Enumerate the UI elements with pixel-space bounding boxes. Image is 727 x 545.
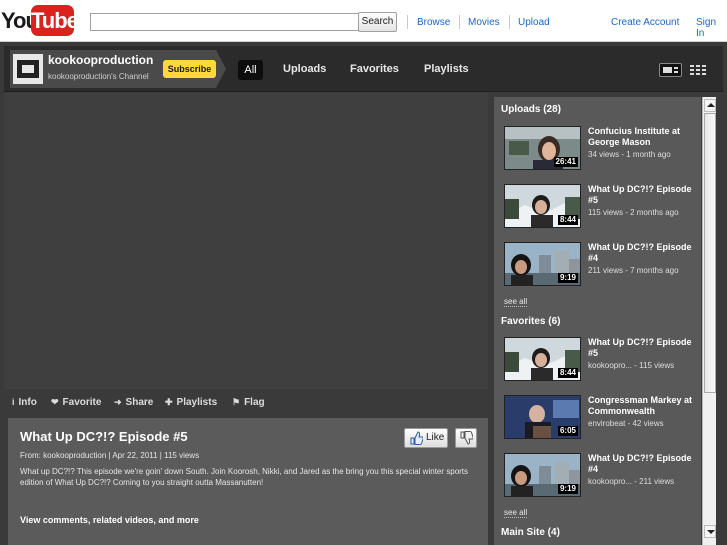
flag-action-label: Flag (244, 397, 265, 408)
channel-card: kookooproduction kookooproduction's Chan… (10, 50, 216, 88)
player-view-screen (663, 67, 672, 73)
video-link-title[interactable]: Confucius Institute at George Mason (588, 126, 698, 148)
like-button[interactable]: Like (404, 428, 448, 448)
nav-divider (407, 15, 408, 29)
video-duration: 6:05 (557, 426, 578, 436)
list-item[interactable]: 9:19 What Up DC?!? Episode #4 kookoopro.… (504, 453, 699, 503)
info-action-label: Info (18, 397, 37, 408)
video-link-title[interactable]: What Up DC?!? Episode #4 (588, 242, 698, 264)
search-button[interactable]: Search (358, 12, 397, 32)
video-title: What Up DC?!? Episode #5 (20, 429, 188, 444)
like-button-label: Like (426, 432, 445, 443)
video-link-title[interactable]: What Up DC?!? Episode #5 (588, 184, 698, 206)
channel-avatar[interactable] (13, 54, 43, 84)
flag-action[interactable]: ⚑ Flag (232, 397, 265, 408)
info-action[interactable]: i Info (12, 397, 37, 408)
share-action-label: Share (125, 397, 154, 408)
video-thumbnail[interactable]: 6:05 (504, 395, 581, 439)
tab-all[interactable]: All (238, 60, 263, 80)
share-action[interactable]: ➜ Share (114, 397, 153, 408)
heart-icon: ❤ (51, 397, 59, 407)
video-meta: 115 views - 2 months ago (588, 208, 679, 217)
thumbs-up-icon (410, 431, 423, 445)
favorites-see-all-link[interactable]: see all (504, 508, 528, 518)
playlists-action[interactable]: ✚ Playlists (165, 397, 217, 408)
channel-subtitle: kookooproduction's Channel (48, 72, 149, 81)
video-link-title[interactable]: What Up DC?!? Episode #4 (588, 453, 698, 475)
video-duration: 9:19 (557, 273, 578, 283)
logo-tube-text: Tube (31, 5, 79, 36)
video-meta: envirobeat - 42 views (588, 419, 664, 428)
favorites-section-title[interactable]: Favorites (6) (501, 316, 560, 327)
list-item[interactable]: 8:44 What Up DC?!? Episode #5 115 views … (504, 184, 699, 234)
search-input[interactable] (90, 13, 359, 31)
channel-sidebar: Uploads (28) 26:41 Confucius Institute a… (494, 97, 701, 545)
favorite-action[interactable]: ❤ Favorite (51, 397, 101, 408)
video-meta: From: kookooproduction | Apr 22, 2011 | … (20, 451, 200, 460)
video-info-panel: What Up DC?!? Episode #5 From: kookoopro… (8, 418, 488, 545)
video-meta: 34 views - 1 month ago (588, 150, 671, 159)
playlists-action-label: Playlists (176, 397, 218, 408)
video-link-title[interactable]: Congressman Markey at Commonwealth (588, 395, 698, 417)
info-icon: i (12, 397, 15, 407)
video-link-title[interactable]: What Up DC?!? Episode #5 (588, 337, 698, 359)
video-thumbnail[interactable]: 8:44 (504, 184, 581, 228)
video-player[interactable] (4, 93, 488, 389)
video-duration: 26:41 (553, 157, 578, 167)
tab-favorites[interactable]: Favorites (350, 63, 399, 75)
video-thumbnail[interactable]: 8:44 (504, 337, 581, 381)
video-description: What up DC?!? This episode we're goin' d… (20, 467, 469, 487)
nav-movies-link[interactable]: Movies (468, 17, 500, 28)
subscribe-button[interactable]: Subscribe (163, 60, 216, 78)
list-item[interactable]: 6:05 Congressman Markey at Commonwealth … (504, 395, 699, 445)
video-meta: kookoopro... - 115 views (588, 361, 675, 370)
avatar-image-detail (22, 65, 34, 73)
grid-view-icon[interactable] (690, 65, 706, 75)
scrollbar-thumb[interactable] (704, 113, 716, 393)
sign-in-link[interactable]: Sign In (696, 17, 727, 39)
player-view-icon[interactable] (659, 63, 682, 77)
channel-name[interactable]: kookooproduction (48, 53, 153, 67)
scroll-down-arrow-icon[interactable] (704, 525, 716, 538)
thumbs-down-icon (460, 431, 473, 445)
list-item[interactable]: 9:19 What Up DC?!? Episode #4 211 views … (504, 242, 699, 292)
channel-card-arrow (216, 50, 226, 88)
list-item[interactable]: 26:41 Confucius Institute at George Maso… (504, 126, 699, 176)
flag-icon: ⚑ (232, 397, 241, 407)
video-meta: kookoopro... - 211 views (588, 477, 675, 486)
view-comments-link[interactable]: View comments, related videos, and more (20, 515, 199, 525)
tab-uploads[interactable]: Uploads (283, 63, 326, 75)
video-thumbnail[interactable]: 9:19 (504, 242, 581, 286)
dislike-button[interactable] (455, 428, 477, 448)
plus-icon: ✚ (165, 397, 173, 407)
channel-bar: kookooproduction kookooproduction's Chan… (4, 46, 723, 92)
sidebar-scrollbar[interactable] (702, 97, 716, 545)
share-arrow-icon: ➜ (114, 397, 122, 407)
video-thumbnail[interactable]: 9:19 (504, 453, 581, 497)
video-duration: 8:44 (557, 215, 578, 225)
top-header: You Tube Search Browse Movies Upload Cre… (0, 0, 727, 42)
video-duration: 8:44 (557, 368, 578, 378)
video-meta: 211 views - 7 months ago (588, 266, 679, 275)
main-site-section-title[interactable]: Main Site (4) (501, 527, 560, 538)
nav-divider (509, 15, 510, 29)
create-account-link[interactable]: Create Account (611, 17, 679, 28)
tab-playlists[interactable]: Playlists (424, 63, 469, 75)
uploads-section-title[interactable]: Uploads (28) (501, 104, 561, 115)
video-duration: 9:19 (557, 484, 578, 494)
uploads-see-all-link[interactable]: see all (504, 297, 528, 307)
scroll-up-arrow-icon[interactable] (704, 99, 716, 112)
player-view-list (674, 67, 678, 73)
video-thumbnail[interactable]: 26:41 (504, 126, 581, 170)
nav-browse-link[interactable]: Browse (417, 17, 450, 28)
nav-divider (459, 15, 460, 29)
favorite-action-label: Favorite (62, 397, 102, 408)
video-action-bar: i Info ❤ Favorite ➜ Share ✚ Playlists ⚑ Flag (4, 390, 488, 416)
list-item[interactable]: 8:44 What Up DC?!? Episode #5 kookoopro.… (504, 337, 699, 387)
youtube-logo[interactable]: You Tube (1, 5, 79, 36)
nav-upload-link[interactable]: Upload (518, 17, 550, 28)
